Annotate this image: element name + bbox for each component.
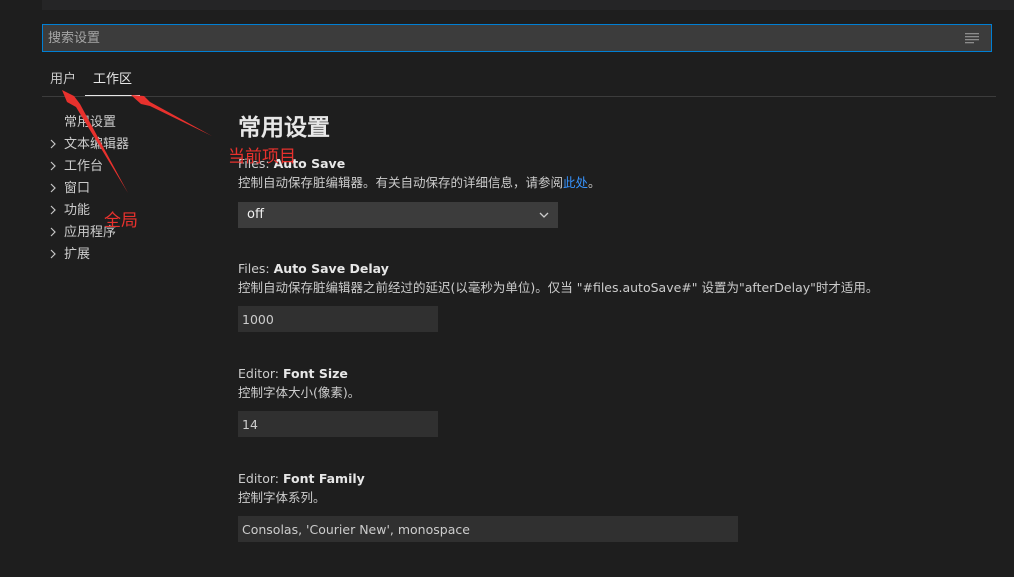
tab-workspace[interactable]: 工作区 bbox=[85, 70, 141, 96]
annotation-global: 全局 bbox=[104, 211, 138, 231]
setting-title: Files: Auto Save Delay bbox=[238, 260, 978, 278]
setting-files-auto-save: Files: Auto Save 控制自动保存脏编辑器。有关自动保存的详细信息，… bbox=[238, 155, 978, 228]
chevron-down-icon bbox=[539, 212, 549, 218]
section-title: 常用设置 bbox=[238, 115, 330, 141]
toc-item-label: 工作台 bbox=[64, 159, 104, 174]
settings-toc: 常用设置 文本编辑器 工作台 窗口 功能 应用程序 扩展 bbox=[48, 112, 218, 266]
search-input[interactable] bbox=[48, 29, 948, 47]
toc-item-label: 窗口 bbox=[64, 181, 91, 196]
toc-item-extensions[interactable]: 扩展 bbox=[48, 244, 218, 266]
setting-files-auto-save-delay: Files: Auto Save Delay 控制自动保存脏编辑器之前经过的延迟… bbox=[238, 260, 978, 332]
setting-description-text: 控制自动保存脏编辑器。有关自动保存的详细信息，请参阅 bbox=[238, 175, 564, 190]
setting-key: Auto Save Delay bbox=[273, 261, 389, 276]
toc-item-workbench[interactable]: 工作台 bbox=[48, 156, 218, 178]
font-size-input[interactable] bbox=[238, 411, 438, 437]
setting-key: Font Family bbox=[282, 471, 365, 486]
setting-title: Editor: Font Size bbox=[238, 365, 978, 383]
tab-user[interactable]: 用户 bbox=[50, 70, 76, 96]
setting-title: Editor: Font Family bbox=[238, 470, 978, 488]
auto-save-delay-input[interactable] bbox=[238, 306, 438, 332]
chevron-right-icon bbox=[50, 139, 56, 149]
settings-scope-tabs: 用户 工作区 bbox=[42, 70, 996, 97]
setting-description: 控制自动保存脏编辑器。有关自动保存的详细信息，请参阅此处。 bbox=[238, 173, 978, 193]
setting-description: 控制自动保存脏编辑器之前经过的延迟(以毫秒为单位)。仅当 "#files.aut… bbox=[238, 280, 879, 295]
annotation-current-project: 当前项目 bbox=[228, 147, 296, 167]
toc-item-label: 文本编辑器 bbox=[64, 137, 130, 152]
setting-description-suffix: 。 bbox=[588, 175, 601, 190]
toc-item-label: 功能 bbox=[64, 203, 91, 218]
chevron-right-icon bbox=[50, 205, 56, 215]
auto-save-select-value: off bbox=[247, 207, 264, 222]
toc-item-label: 扩展 bbox=[64, 247, 91, 262]
chevron-right-icon bbox=[50, 183, 56, 193]
setting-editor-font-size: Editor: Font Size 控制字体大小(像素)。 bbox=[238, 365, 978, 437]
setting-description: 控制字体大小(像素)。 bbox=[238, 385, 361, 400]
auto-save-select[interactable]: off bbox=[238, 202, 558, 228]
chevron-right-icon bbox=[50, 249, 56, 259]
setting-category: Editor: bbox=[238, 471, 283, 486]
setting-title: Files: Auto Save bbox=[238, 155, 978, 173]
chevron-right-icon bbox=[50, 161, 56, 171]
toc-item-window[interactable]: 窗口 bbox=[48, 178, 218, 200]
toc-item-label: 常用设置 bbox=[64, 115, 117, 130]
setting-category: Files: bbox=[238, 261, 274, 276]
setting-description: 控制字体系列。 bbox=[238, 490, 326, 505]
toc-item-text-editor[interactable]: 文本编辑器 bbox=[48, 134, 218, 156]
filter-lines-icon[interactable] bbox=[965, 32, 979, 44]
setting-key: Font Size bbox=[282, 366, 348, 381]
font-family-input[interactable] bbox=[238, 516, 738, 542]
search-box[interactable] bbox=[42, 24, 992, 52]
chevron-right-icon bbox=[50, 227, 56, 237]
setting-editor-font-family: Editor: Font Family 控制字体系列。 bbox=[238, 470, 978, 542]
setting-category: Editor: bbox=[238, 366, 283, 381]
toc-item-common[interactable]: 常用设置 bbox=[48, 112, 218, 134]
details-link[interactable]: 此处 bbox=[563, 175, 588, 190]
top-bar bbox=[42, 0, 1014, 10]
